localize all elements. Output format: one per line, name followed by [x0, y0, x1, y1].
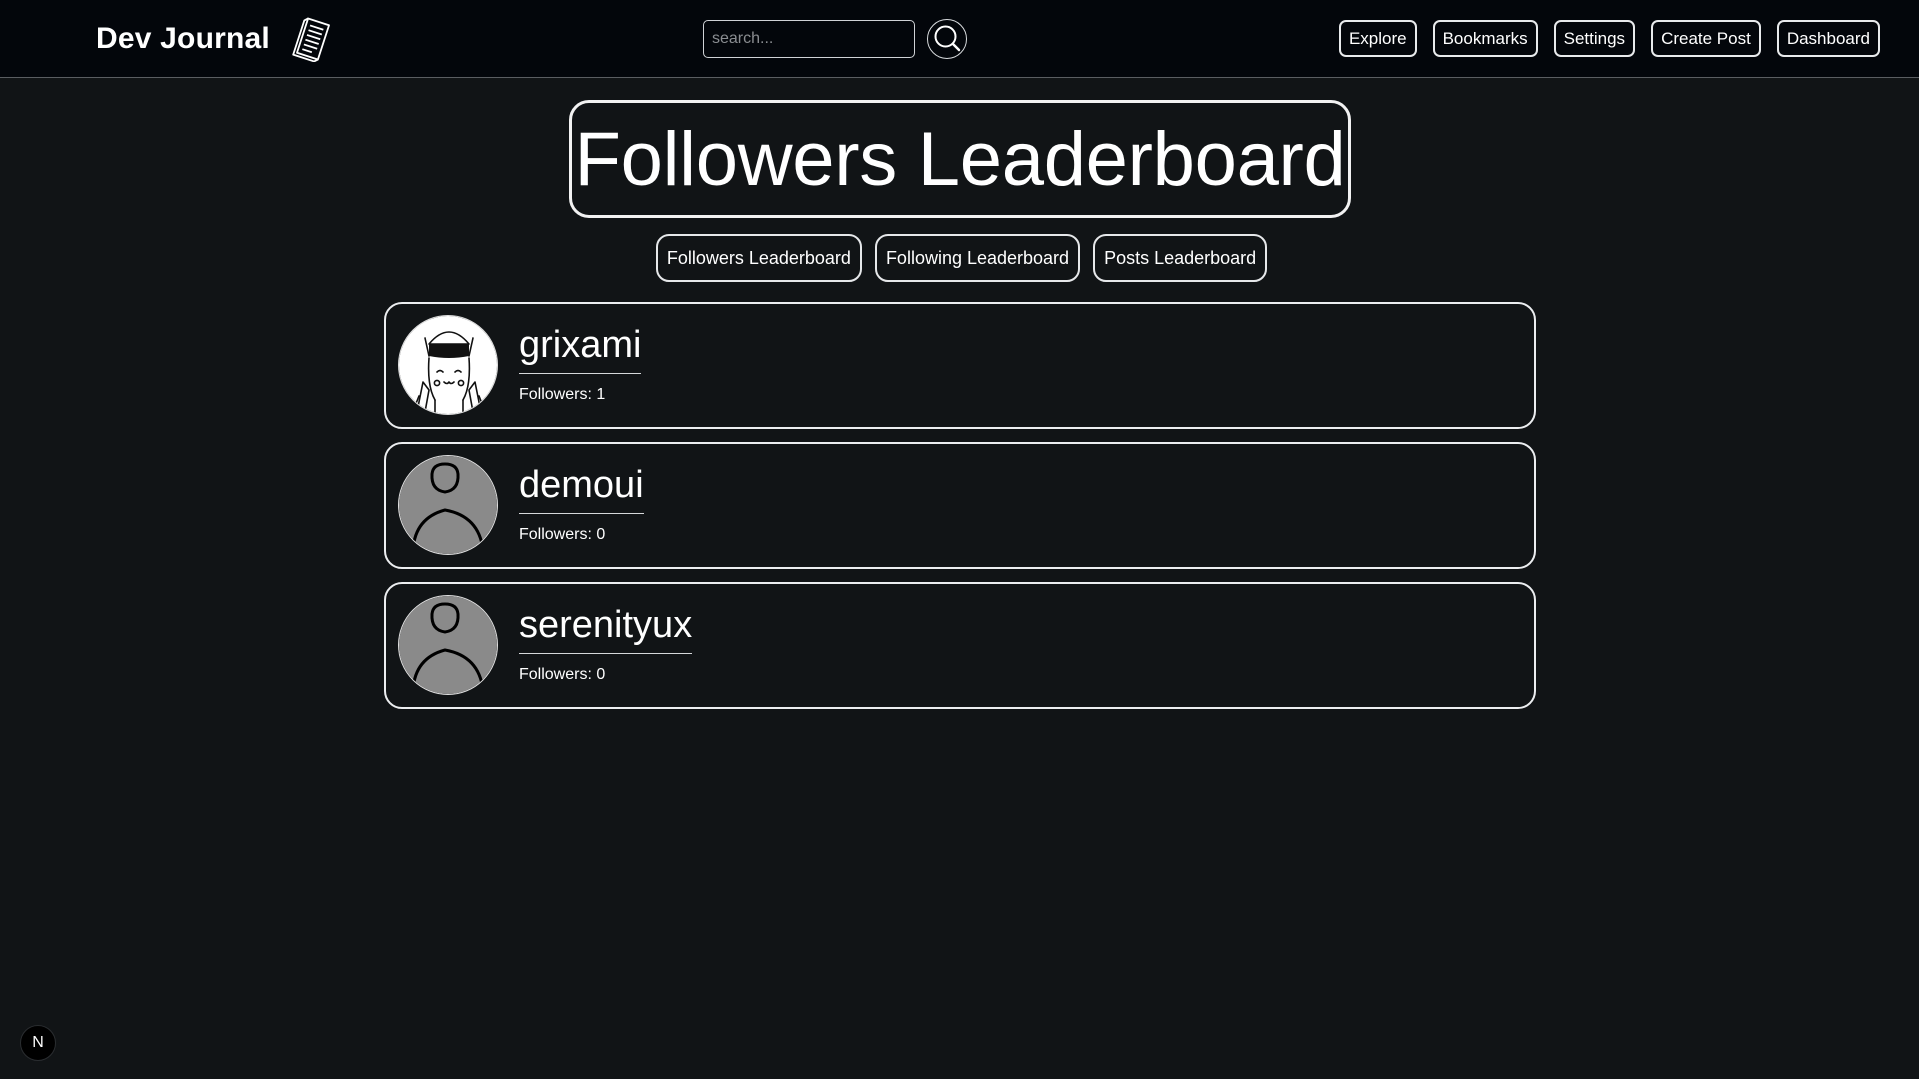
avatar[interactable]	[398, 315, 498, 415]
username[interactable]: serenityux	[519, 604, 693, 654]
search-icon	[932, 23, 962, 56]
search-input[interactable]	[703, 20, 915, 58]
username[interactable]: grixami	[519, 324, 642, 374]
dev-tools-badge[interactable]: N	[20, 1025, 56, 1061]
leaderboard-entry[interactable]: grixami Followers: 1	[384, 302, 1536, 429]
tab-following-leaderboard[interactable]: Following Leaderboard	[874, 234, 1081, 282]
nav-bookmarks-button[interactable]: Bookmarks	[1432, 20, 1538, 57]
followers-count: Followers: 0	[519, 665, 606, 683]
nav-create-post-button[interactable]: Create Post	[1651, 20, 1761, 57]
page-title: Followers Leaderboard	[574, 116, 1346, 202]
username[interactable]: demoui	[519, 464, 644, 514]
tab-followers-leaderboard[interactable]: Followers Leaderboard	[655, 234, 862, 282]
leaderboard-entry[interactable]: demoui Followers: 0	[384, 442, 1536, 569]
leaderboard-tabs: Followers Leaderboard Following Leaderbo…	[0, 234, 1919, 282]
avatar[interactable]	[398, 595, 498, 695]
nav-dashboard-button[interactable]: Dashboard	[1776, 20, 1880, 57]
main-nav: Explore Bookmarks Settings Create Post D…	[1338, 20, 1880, 57]
leaderboard-entry[interactable]: serenityux Followers: 0	[384, 582, 1536, 709]
followers-count: Followers: 1	[519, 385, 606, 403]
nav-explore-button[interactable]: Explore	[1338, 20, 1417, 57]
tab-posts-leaderboard[interactable]: Posts Leaderboard	[1093, 234, 1268, 282]
page-title-box: Followers Leaderboard	[569, 100, 1351, 218]
top-navbar: Dev Journal search... Explore Bookmarks …	[0, 0, 1919, 78]
dev-badge-label: N	[32, 1034, 44, 1051]
notepad-icon	[292, 16, 334, 63]
avatar[interactable]	[398, 455, 498, 555]
user-block: grixami Followers: 1	[519, 324, 642, 404]
user-block: demoui Followers: 0	[519, 464, 644, 544]
brand[interactable]: Dev Journal	[96, 16, 334, 63]
followers-count: Followers: 0	[519, 525, 606, 543]
user-block: serenityux Followers: 0	[519, 604, 693, 684]
search-bar	[703, 19, 967, 59]
brand-title[interactable]: Dev Journal	[96, 22, 270, 56]
search-button[interactable]	[927, 19, 967, 59]
nav-settings-button[interactable]: Settings	[1553, 20, 1636, 57]
leaderboard-list: grixami Followers: 1 demoui Followers: 0	[384, 302, 1536, 722]
